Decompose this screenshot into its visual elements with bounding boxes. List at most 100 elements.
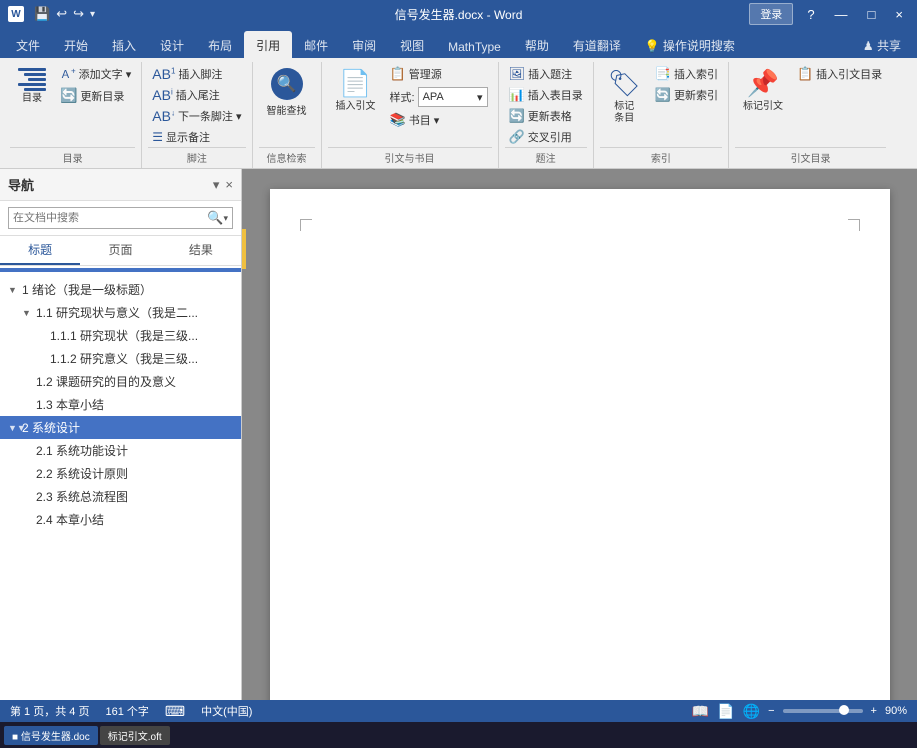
nav-menu-btn[interactable]: ▾ [213,177,220,193]
insert-citation-table-button[interactable]: 📋 插入引文目录 [793,64,886,84]
update-table-button[interactable]: 🔄 更新表格 [505,106,587,126]
cross-reference-button[interactable]: 🔗 交叉引用 [505,127,587,147]
undo-quick-btn[interactable]: ↩ [56,6,67,22]
tree-item-1-1-2[interactable]: 1.1.2 研究意义（我是三级... [0,347,241,370]
tab-layout[interactable]: 布局 [196,31,244,58]
taskbar-item-oft[interactable]: 标记引文.oft [100,726,170,745]
restore-btn[interactable]: □ [862,7,882,22]
style-dropdown[interactable]: APA ▾ [418,87,488,107]
footnotes-group-content: AB1 插入脚注 ABi 插入尾注 AB↓ 下一条脚注 ▾ ☰ 显示备注 [148,64,245,147]
window-title: 信号发生器.docx - Word [395,6,523,23]
tree-text-2-4: 2.4 本章小结 [36,511,104,528]
tree-arrow-1-1 [22,308,36,318]
update-index-label: 更新索引 [674,87,718,103]
footnote-small-btns: AB1 插入脚注 ABi 插入尾注 AB↓ 下一条脚注 ▾ ☰ 显示备注 [148,64,245,147]
zoom-plus[interactable]: + [871,705,877,717]
footnotes-group-label: 脚注 [148,147,245,168]
redo-quick-btn[interactable]: ↪ [73,6,84,22]
help-window-btn[interactable]: ? [801,7,820,22]
save-quick-btn[interactable]: 💾 [34,6,50,22]
tree-item-1-3[interactable]: 1.3 本章小结 [0,393,241,416]
add-text-icon: Ａ+ [60,66,76,82]
tab-help[interactable]: 帮助 [513,31,561,58]
insert-caption-button[interactable]: 🖼 插入题注 [505,64,587,84]
tab-translate[interactable]: 有道翻译 [561,31,633,58]
tree-arrow-1 [8,285,22,295]
toc-button[interactable]: 目录 [10,64,54,109]
minimize-btn[interactable]: — [829,7,854,22]
tab-mathtype[interactable]: MathType [436,34,513,58]
mark-entry-button[interactable]: 🏷 标记条目 [600,64,649,129]
page-corner-tl [300,219,312,231]
citation-index-small-btns: 📋 插入引文目录 [793,64,886,84]
smart-find-button[interactable]: 🔍 智能查找 [259,64,315,121]
read-mode-icon[interactable]: 📖 [692,703,709,720]
tree-item-1-1-1[interactable]: 1.1.1 研究现状（我是三级... [0,324,241,347]
nav-tab-results[interactable]: 结果 [161,236,241,265]
share-btn[interactable]: ♟ 共享 [851,31,913,58]
tree-text-2-2: 2.2 系统设计原则 [36,465,128,482]
insert-table-captions-button[interactable]: 📊 插入表目录 [505,85,587,105]
tab-home[interactable]: 开始 [52,31,100,58]
nav-tab-headings[interactable]: 标题 [0,236,80,265]
status-right: 📖 📄 🌐 − + 90% [692,703,907,720]
insert-footnote-button[interactable]: AB1 插入脚注 [148,64,245,84]
ribbon-group-citation-index: 📌 标记引文 📋 插入引文目录 引文目录 [729,62,892,168]
nav-search-input[interactable] [13,212,207,224]
bibliography-label: 书目 ▾ [409,112,440,128]
login-button[interactable]: 登录 [749,3,793,25]
taskbar-item-word[interactable]: ■ 信号发生器.doc [4,726,98,745]
nav-tree: 1 绪论（我是一级标题） 1.1 研究现状与意义（我是二... 1.1.1 研究… [0,274,241,700]
next-footnote-button[interactable]: AB↓ 下一条脚注 ▾ [148,106,245,126]
next-footnote-label: 下一条脚注 ▾ [178,108,242,124]
style-selector[interactable]: 样式: APA ▾ [386,85,492,109]
tree-item-2-2[interactable]: 2.2 系统设计原则 [0,462,241,485]
nav-tab-pages[interactable]: 页面 [80,236,160,265]
nav-search-icon[interactable]: 🔍 [207,210,223,226]
insert-endnote-button[interactable]: ABi 插入尾注 [148,85,245,105]
zoom-minus[interactable]: − [768,705,774,717]
cross-ref-icon: 🔗 [509,129,525,145]
document-area[interactable] [242,169,917,700]
page-corner-tr [848,219,860,231]
web-layout-icon[interactable]: 🌐 [743,703,760,720]
zoom-slider[interactable] [783,709,863,713]
tab-file[interactable]: 文件 [4,31,52,58]
manage-sources-button[interactable]: 📋 管理源 [386,64,492,84]
tree-item-2-4[interactable]: 2.4 本章小结 [0,508,241,531]
tab-review[interactable]: 审阅 [340,31,388,58]
manage-icon: 📋 [390,66,406,82]
tree-item-2-1[interactable]: 2.1 系统功能设计 [0,439,241,462]
show-notes-button[interactable]: ☰ 显示备注 [148,127,245,147]
print-layout-icon[interactable]: 📄 [717,703,734,720]
tab-mailings[interactable]: 邮件 [292,31,340,58]
ribbon-group-captions: 🖼 插入题注 📊 插入表目录 🔄 更新表格 🔗 交叉引用 题注 [499,62,594,168]
yellow-section-marker [242,229,246,269]
tab-references[interactable]: 引用 [244,31,292,58]
tree-item-1[interactable]: 1 绪论（我是一级标题） [0,278,241,301]
nav-search-dropdown[interactable]: ▾ [223,213,228,224]
tree-item-1-1[interactable]: 1.1 研究现状与意义（我是二... [0,301,241,324]
mark-citation-button[interactable]: 📌 标记引文 [735,64,791,117]
update-toc-button[interactable]: 🔄 更新目录 [56,85,135,106]
close-btn[interactable]: × [889,7,909,22]
tree-item-1-2[interactable]: 1.2 课题研究的目的及意义 [0,370,241,393]
input-status-icon: ⌨ [165,703,185,720]
index-content: 🏷 标记条目 📑 插入索引 🔄 更新索引 [600,64,722,147]
tree-item-2[interactable]: ▼ 2 系统设计 [0,416,241,439]
tab-insert[interactable]: 插入 [100,31,148,58]
nav-close-btn[interactable]: × [225,177,233,193]
tab-search[interactable]: 💡 操作说明搜索 [633,31,747,58]
tab-design[interactable]: 设计 [148,31,196,58]
customize-quick-btn[interactable]: ▾ [90,9,95,20]
tree-item-2-3[interactable]: 2.3 系统总流程图 [0,485,241,508]
update-index-button[interactable]: 🔄 更新索引 [651,85,722,105]
add-text-button[interactable]: Ａ+ 添加文字 ▾ [56,64,135,84]
insert-index-button[interactable]: 📑 插入索引 [651,64,722,84]
ribbon-group-smart-search: 🔍 智能查找 信息检索 [253,62,322,168]
toc-icon [18,68,46,91]
mark-citation-label: 标记引文 [743,101,783,113]
tab-view[interactable]: 视图 [388,31,436,58]
bibliography-button[interactable]: 📚 书目 ▾ [386,110,492,130]
insert-citation-button[interactable]: 📄 插入引文 [328,64,384,117]
